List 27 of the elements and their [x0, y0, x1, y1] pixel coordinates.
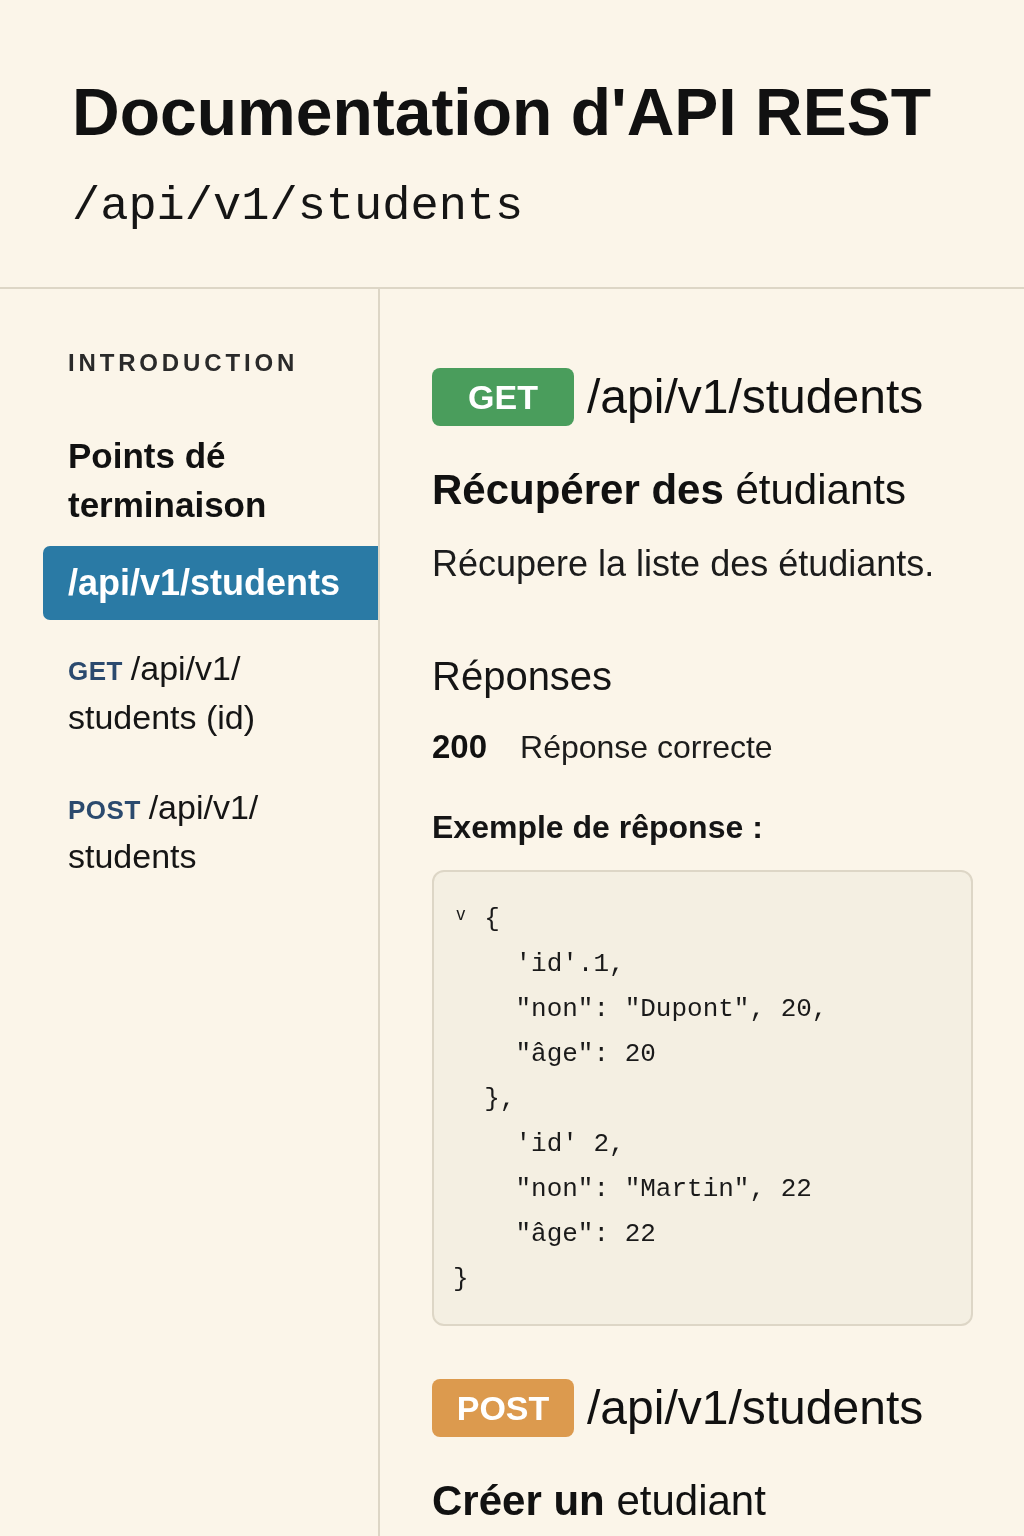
responses-heading: Réponses [432, 653, 613, 700]
code-line: 'id'.1, [515, 948, 625, 981]
sidebar-group-title: Points dé terminaison [68, 435, 268, 526]
example-label: Exemple de rêponse : [432, 808, 763, 847]
code-line: "âge": 20 [515, 1038, 656, 1071]
endpoint-description: Récupere la liste des étudiants. [432, 542, 935, 586]
code-line: "non": "Martin", 22 [515, 1173, 812, 1206]
code-line: ᵛ { [453, 903, 500, 936]
code-line: 'id' 2, [515, 1128, 625, 1161]
endpoint-path: /api/v1/students [587, 1380, 924, 1436]
status-description: Réponse correcte [520, 728, 773, 767]
code-line: } [453, 1263, 469, 1296]
page-title: Documentation d'API REST [72, 74, 932, 150]
code-line: }, [484, 1083, 516, 1116]
method-badge: POST [432, 1379, 574, 1437]
sidebar-link[interactable]: POST /api/v1/students [43, 784, 378, 879]
endpoint-title: Récupérer des étudiants [432, 465, 906, 515]
code-line: "non": "Dupont", 20, [515, 993, 828, 1026]
endpoint-path: /api/v1/students [587, 369, 924, 425]
sidebar-heading[interactable]: INTRODUCTION [43, 348, 299, 378]
method-badge: GET [432, 368, 574, 426]
code-line: "âge": 22 [515, 1218, 656, 1251]
endpoint-title: Créer un etudiant [432, 1476, 766, 1526]
sidebar-link[interactable]: /api/v1/students [43, 546, 378, 620]
status-code: 200 [432, 727, 488, 767]
sidebar-link[interactable]: GET /api/v1/students (id) [43, 645, 378, 740]
page-subtitle: /api/v1/students [72, 179, 524, 235]
